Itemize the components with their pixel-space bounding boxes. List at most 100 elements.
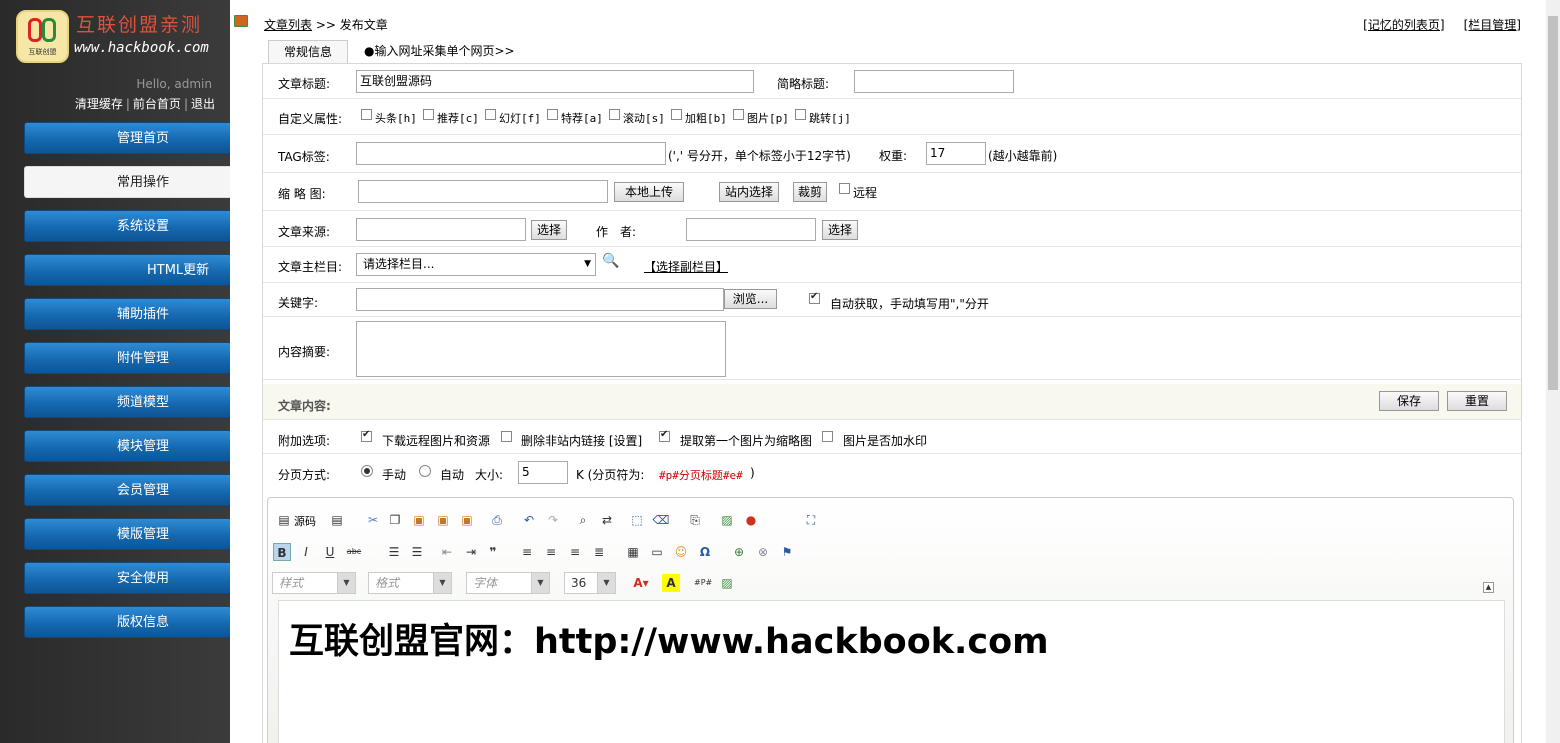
menu-item-html[interactable]: HTML更新: [24, 254, 230, 286]
menu-item-channels[interactable]: 频道模型: [24, 386, 230, 418]
table-icon[interactable]: ▦: [624, 543, 642, 561]
eraser-icon[interactable]: ⌫: [652, 511, 670, 529]
menu-item-copyright[interactable]: 版权信息: [24, 606, 230, 638]
title-input[interactable]: 互联创盟源码: [356, 70, 754, 93]
article-list-link[interactable]: 文章列表: [264, 18, 312, 32]
save-button[interactable]: 保存: [1379, 391, 1439, 411]
menu-item-attachments[interactable]: 附件管理: [24, 342, 230, 374]
align-justify-icon[interactable]: ≣: [590, 543, 608, 561]
first-image-thumb-checkbox[interactable]: [659, 429, 670, 442]
local-upload-button[interactable]: 本地上传: [614, 182, 684, 202]
watermark-checkbox[interactable]: [822, 431, 833, 442]
source-icon[interactable]: ▤: [275, 511, 293, 529]
reset-button[interactable]: 重置: [1447, 391, 1507, 411]
menu-item-common[interactable]: 常用操作: [24, 166, 230, 198]
crop-button[interactable]: 裁剪: [793, 182, 827, 202]
strike-icon[interactable]: abc: [345, 543, 363, 561]
clipboard-icon[interactable]: ⎘: [686, 511, 704, 529]
site-select-button[interactable]: 站内选择: [719, 182, 779, 202]
attr-checkbox-s[interactable]: [609, 109, 620, 120]
text-color-icon[interactable]: A▾: [632, 574, 650, 592]
anchor-icon[interactable]: ⚑: [778, 543, 796, 561]
indent-icon[interactable]: ⇥: [462, 543, 480, 561]
tab-collect-url[interactable]: ●输入网址采集单个网页>>: [364, 40, 515, 64]
undo-icon[interactable]: ↶: [520, 511, 538, 529]
tab-general[interactable]: 常规信息: [268, 40, 348, 64]
replace-icon[interactable]: ⇄: [598, 511, 616, 529]
document-icon[interactable]: ▤: [328, 511, 346, 529]
align-center-icon[interactable]: ≡: [542, 543, 560, 561]
collapse-toolbar-icon[interactable]: ▲: [1483, 582, 1494, 593]
bg-color-icon[interactable]: A: [662, 574, 680, 592]
select-all-icon[interactable]: ⬚: [628, 511, 646, 529]
blockquote-icon[interactable]: ❞: [484, 543, 502, 561]
ordered-list-icon[interactable]: ☰: [385, 543, 403, 561]
remote-checkbox[interactable]: [839, 183, 850, 194]
sub-column-link[interactable]: 【选择副栏目】: [644, 258, 728, 275]
special-char-icon[interactable]: Ω: [696, 543, 714, 561]
paste-text-icon[interactable]: ▣: [434, 511, 452, 529]
logout-link[interactable]: 退出: [191, 97, 215, 111]
paste-word-icon[interactable]: ▣: [458, 511, 476, 529]
bold-icon[interactable]: B: [273, 543, 291, 561]
source-select-button[interactable]: 选择: [531, 220, 567, 240]
italic-icon[interactable]: I: [297, 543, 315, 561]
keyword-input[interactable]: [356, 288, 724, 311]
style-combo[interactable]: 样式 ▼: [272, 572, 356, 594]
page-size-input[interactable]: 5: [518, 461, 568, 484]
page-scrollbar[interactable]: [1546, 0, 1560, 743]
horizontal-rule-icon[interactable]: ▭: [648, 543, 666, 561]
bullet-list-icon[interactable]: ☰: [408, 543, 426, 561]
search-icon[interactable]: 🔍: [602, 253, 619, 269]
align-left-icon[interactable]: ≡: [518, 543, 536, 561]
maximize-icon[interactable]: ⛶: [802, 511, 820, 529]
attr-checkbox-j[interactable]: [795, 109, 806, 120]
author-input[interactable]: [686, 218, 816, 241]
redo-icon[interactable]: ↷: [544, 511, 562, 529]
tag-input[interactable]: [356, 142, 666, 165]
download-remote-checkbox[interactable]: [361, 429, 372, 442]
menu-item-security[interactable]: 安全使用: [24, 562, 230, 594]
short-title-input[interactable]: [854, 70, 1014, 93]
scrollbar-thumb[interactable]: [1548, 16, 1558, 390]
author-select-button[interactable]: 选择: [822, 220, 858, 240]
page-manual-radio[interactable]: [361, 465, 373, 477]
attr-checkbox-h[interactable]: [361, 109, 372, 120]
format-combo[interactable]: 格式 ▼: [368, 572, 452, 594]
paste-icon[interactable]: ▣: [410, 511, 428, 529]
flash-icon[interactable]: ●: [742, 511, 760, 529]
source-input[interactable]: [356, 218, 526, 241]
print-icon[interactable]: ⎙: [488, 511, 506, 529]
weight-input[interactable]: 17: [926, 142, 986, 165]
attr-checkbox-f[interactable]: [485, 109, 496, 120]
menu-item-templates[interactable]: 模版管理: [24, 518, 230, 550]
browse-button[interactable]: 浏览...: [724, 289, 777, 309]
template-icon[interactable]: ▨: [718, 574, 736, 592]
attr-checkbox-p[interactable]: [733, 109, 744, 120]
menu-item-modules[interactable]: 模块管理: [24, 430, 230, 462]
link-icon[interactable]: ⊕: [730, 543, 748, 561]
page-auto-radio[interactable]: [419, 465, 431, 477]
menu-item-plugins[interactable]: 辅助插件: [24, 298, 230, 330]
remembered-list-link[interactable]: [记忆的列表页]: [1363, 18, 1444, 32]
page-break-icon[interactable]: #P#: [694, 574, 712, 592]
align-right-icon[interactable]: ≡: [566, 543, 584, 561]
menu-item-system[interactable]: 系统设置: [24, 210, 230, 242]
copy-icon[interactable]: ❐: [386, 511, 404, 529]
size-combo[interactable]: 36 ▼: [564, 572, 616, 594]
attr-checkbox-a[interactable]: [547, 109, 558, 120]
smiley-icon[interactable]: ☺: [672, 543, 690, 561]
outdent-icon[interactable]: ⇤: [438, 543, 456, 561]
clear-cache-link[interactable]: 清理缓存: [75, 97, 123, 111]
summary-textarea[interactable]: [356, 321, 726, 377]
editor-content-area[interactable]: 互联创盟官网：http://www.hackbook.com: [278, 600, 1505, 743]
unlink-icon[interactable]: ⊗: [754, 543, 772, 561]
font-combo[interactable]: 字体 ▼: [466, 572, 550, 594]
auto-keyword-checkbox[interactable]: [809, 291, 820, 304]
underline-icon[interactable]: U: [321, 543, 339, 561]
menu-item-home[interactable]: 管理首页: [24, 122, 230, 154]
attr-checkbox-b[interactable]: [671, 109, 682, 120]
find-icon[interactable]: ⌕: [574, 511, 592, 529]
frontend-home-link[interactable]: 前台首页: [133, 97, 181, 111]
column-select[interactable]: 请选择栏目... ▼: [356, 253, 596, 276]
